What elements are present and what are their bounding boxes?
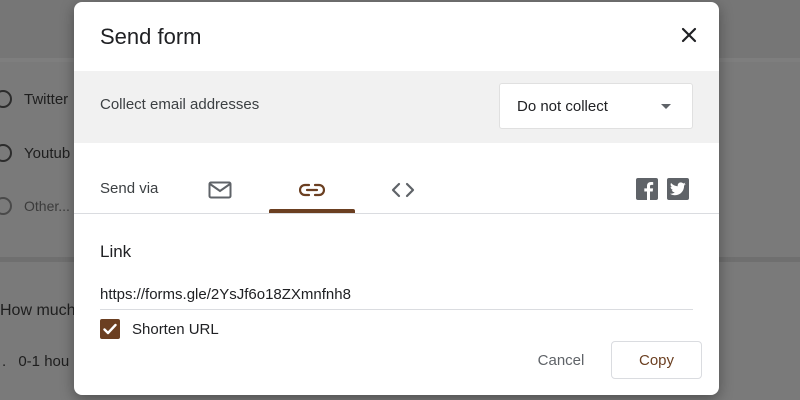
copy-button[interactable]: Copy xyxy=(611,341,702,379)
twitter-icon xyxy=(670,182,686,196)
collect-email-select[interactable]: Do not collect xyxy=(499,83,693,129)
shorten-url-label: Shorten URL xyxy=(132,320,219,338)
background-option: Youtub xyxy=(0,144,70,162)
background-option-label: Other... xyxy=(24,198,70,214)
link-url-field[interactable]: https://forms.gle/2YsJf6o18ZXmnfnh8 xyxy=(100,284,693,310)
dropdown-arrow-icon xyxy=(661,104,671,109)
background-option-label: Twitter xyxy=(24,90,69,108)
collect-email-label: Collect email addresses xyxy=(100,96,260,113)
facebook-icon xyxy=(644,182,654,200)
background-answer-label: 0-1 hou xyxy=(18,353,70,370)
collect-email-selected: Do not collect xyxy=(517,97,608,115)
background-answer: . 0-1 hou xyxy=(2,353,69,370)
radio-icon xyxy=(0,197,12,215)
link-icon xyxy=(299,183,325,197)
radio-icon xyxy=(0,90,12,108)
tab-email[interactable] xyxy=(177,168,263,212)
share-facebook-button[interactable] xyxy=(636,178,658,200)
background-option-label: Youtub xyxy=(24,144,71,162)
tab-embed[interactable] xyxy=(360,168,446,212)
embed-code-icon xyxy=(391,182,415,198)
close-icon xyxy=(681,27,697,43)
background-option: Twitter xyxy=(0,90,68,108)
mail-icon xyxy=(208,181,232,199)
background-question: How much xyxy=(0,302,76,319)
shorten-url-checkbox[interactable] xyxy=(100,319,120,339)
close-button[interactable] xyxy=(674,20,704,50)
radio-icon xyxy=(0,144,12,162)
share-twitter-button[interactable] xyxy=(667,178,689,200)
send-via-label: Send via xyxy=(100,180,159,197)
cancel-button[interactable]: Cancel xyxy=(521,342,601,378)
dialog-title: Send form xyxy=(100,24,202,49)
tab-link[interactable] xyxy=(269,168,355,212)
background-option-other: Other... xyxy=(0,197,70,215)
background-answer-prefix: . xyxy=(2,353,7,370)
checkmark-icon xyxy=(103,323,117,335)
send-form-dialog: Send form Collect email addresses Do not… xyxy=(74,2,719,395)
link-heading: Link xyxy=(100,242,132,261)
tabs-divider xyxy=(74,213,719,214)
shorten-url-option: Shorten URL xyxy=(100,319,219,339)
